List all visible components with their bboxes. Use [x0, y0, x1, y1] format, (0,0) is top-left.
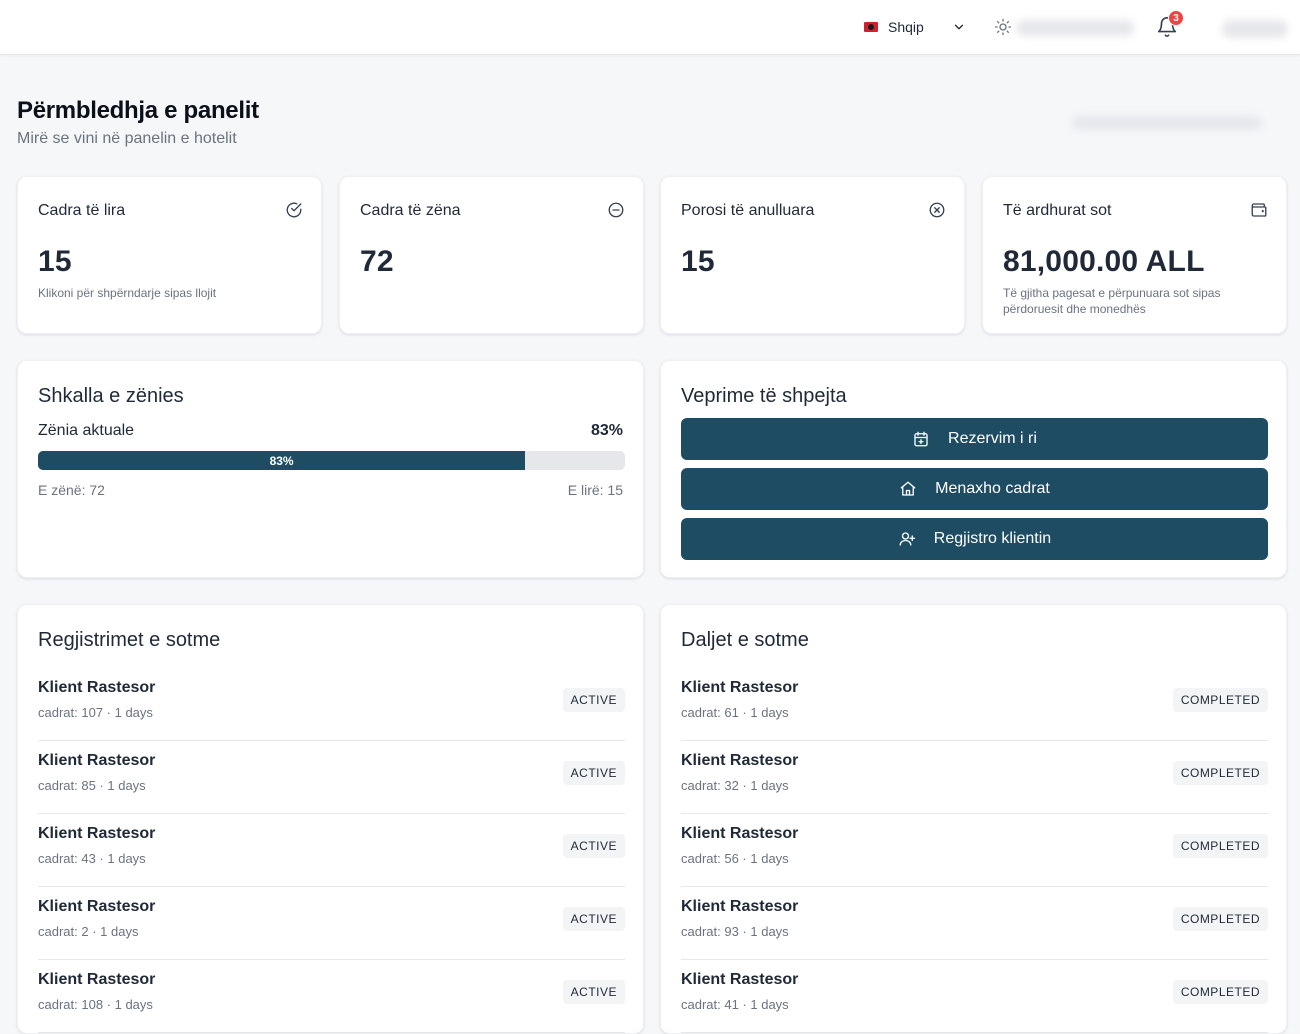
list-item[interactable]: Klient Rastesor cadrat: 61 · 1 days COMP… — [681, 668, 1268, 741]
occupancy-percent: 83% — [590, 422, 623, 439]
client-name: Klient Rastesor — [681, 898, 799, 915]
list-item[interactable]: Klient Rastesor cadrat: 93 · 1 days COMP… — [681, 887, 1268, 960]
button-label: Rezervim i ri — [948, 430, 1037, 447]
stat-value: 81,000.00 ALL — [1003, 245, 1205, 278]
checkins-list: Klient Rastesor cadrat: 107 · 1 days ACT… — [38, 668, 625, 1033]
stat-card-occupied-rooms: Cadra të zëna 72 — [339, 176, 644, 334]
check-circle-icon — [286, 202, 302, 218]
button-label: Regjistro klientin — [933, 530, 1052, 547]
notification-badge: 3 — [1168, 10, 1184, 26]
client-name: Klient Rastesor — [681, 825, 799, 842]
stat-card-free-rooms[interactable]: Cadra të lira 15 Klikoni për shpërndarje… — [17, 176, 322, 334]
status-badge: ACTIVE — [562, 834, 625, 858]
occupancy-progress-fill: 83% — [38, 451, 526, 470]
client-name: Klient Rastesor — [38, 971, 156, 988]
client-name: Klient Rastesor — [38, 825, 156, 842]
client-meta: cadrat: 85 · 1 days — [38, 778, 146, 793]
client-name: Klient Rastesor — [38, 679, 156, 696]
avatar[interactable] — [1222, 20, 1288, 38]
occupancy-card: Shkalla e zënies Zënia aktuale 83% 83% E… — [17, 360, 644, 578]
list-item[interactable]: Klient Rastesor cadrat: 85 · 1 days ACTI… — [38, 741, 625, 814]
client-meta: cadrat: 43 · 1 days — [38, 851, 146, 866]
client-meta: cadrat: 93 · 1 days — [681, 924, 789, 939]
stat-card-revenue-today: Të ardhurat sot 81,000.00 ALL Të gjitha … — [982, 176, 1287, 334]
status-badge: COMPLETED — [1172, 834, 1268, 858]
status-badge: COMPLETED — [1172, 907, 1268, 931]
list-item[interactable]: Klient Rastesor cadrat: 107 · 1 days ACT… — [38, 668, 625, 741]
section-title: Veprime të shpejta — [681, 385, 847, 407]
occupancy-progress-bar: 83% — [38, 451, 625, 470]
manage-rooms-button[interactable]: Menaxho cadrat — [681, 468, 1268, 510]
todays-checkins-card: Regjistrimet e sotme Klient Rastesor cad… — [17, 604, 644, 1034]
status-badge: ACTIVE — [562, 980, 625, 1004]
register-client-button[interactable]: Regjistro klientin — [681, 518, 1268, 560]
stat-title: Porosi të anulluara — [681, 202, 815, 219]
client-name: Klient Rastesor — [681, 752, 799, 769]
status-badge: COMPLETED — [1172, 761, 1268, 785]
client-meta: cadrat: 41 · 1 days — [681, 997, 789, 1012]
occupied-count: E zënë: 72 — [38, 482, 105, 498]
stat-value: 15 — [38, 245, 72, 278]
home-icon — [900, 481, 916, 496]
client-name: Klient Rastesor — [38, 898, 156, 915]
list-item[interactable]: Klient Rastesor cadrat: 32 · 1 days COMP… — [681, 741, 1268, 814]
page-subtitle: Mirë se vini në panelin e hotelit — [17, 130, 237, 147]
stat-value: 15 — [681, 245, 715, 278]
occupancy-label: Zënia aktuale — [38, 422, 135, 439]
client-meta: cadrat: 56 · 1 days — [681, 851, 789, 866]
list-item[interactable]: Klient Rastesor cadrat: 108 · 1 days ACT… — [38, 960, 625, 1033]
wallet-icon — [1251, 203, 1267, 217]
client-meta: cadrat: 32 · 1 days — [681, 778, 789, 793]
status-badge: ACTIVE — [562, 761, 625, 785]
quick-actions-card: Veprime të shpejta Rezervim i ri Menaxho… — [660, 360, 1287, 578]
x-circle-icon — [929, 202, 945, 218]
client-meta: cadrat: 108 · 1 days — [38, 997, 153, 1012]
list-item[interactable]: Klient Rastesor cadrat: 41 · 1 days COMP… — [681, 960, 1268, 1033]
client-meta: cadrat: 107 · 1 days — [38, 705, 153, 720]
header-info-blurred — [1072, 116, 1262, 130]
language-selector[interactable]: Shqip — [864, 15, 924, 39]
status-badge: ACTIVE — [562, 688, 625, 712]
client-meta: cadrat: 61 · 1 days — [681, 705, 789, 720]
language-label: Shqip — [888, 19, 924, 35]
status-badge: COMPLETED — [1172, 688, 1268, 712]
albania-flag-icon — [864, 22, 878, 32]
top-bar: Shqip 3 — [0, 0, 1300, 55]
list-item[interactable]: Klient Rastesor cadrat: 2 · 1 days ACTIV… — [38, 887, 625, 960]
client-name: Klient Rastesor — [681, 679, 799, 696]
status-badge: ACTIVE — [562, 907, 625, 931]
list-item[interactable]: Klient Rastesor cadrat: 43 · 1 days ACTI… — [38, 814, 625, 887]
section-title: Shkalla e zënies — [38, 385, 184, 407]
status-badge: COMPLETED — [1172, 980, 1268, 1004]
calendar-plus-icon — [914, 431, 928, 447]
new-booking-button[interactable]: Rezervim i ri — [681, 418, 1268, 460]
section-title: Regjistrimet e sotme — [38, 629, 221, 651]
stat-value: 72 — [360, 245, 394, 278]
stat-title: Cadra të zëna — [360, 202, 461, 219]
client-name: Klient Rastesor — [38, 752, 156, 769]
checkouts-list: Klient Rastesor cadrat: 61 · 1 days COMP… — [681, 668, 1268, 1033]
stat-description: Klikoni për shpërndarje sipas llojit — [38, 286, 217, 300]
section-title: Daljet e sotme — [681, 629, 809, 651]
stat-title: Cadra të lira — [38, 202, 126, 219]
todays-checkouts-card: Daljet e sotme Klient Rastesor cadrat: 6… — [660, 604, 1287, 1034]
sun-icon[interactable] — [994, 18, 1012, 36]
stat-description: Të gjitha pagesat e përpunuara sot sipas… — [1003, 286, 1221, 316]
client-meta: cadrat: 2 · 1 days — [38, 924, 139, 939]
free-count: E lirë: 15 — [567, 482, 623, 498]
user-plus-icon — [899, 532, 915, 546]
button-label: Menaxho cadrat — [935, 480, 1050, 497]
chevron-down-icon[interactable] — [952, 20, 966, 34]
list-item[interactable]: Klient Rastesor cadrat: 56 · 1 days COMP… — [681, 814, 1268, 887]
stat-card-cancelled-orders: Porosi të anulluara 15 — [660, 176, 965, 334]
page-title: Përmbledhja e panelit — [17, 97, 259, 124]
stat-title: Të ardhurat sot — [1003, 202, 1112, 219]
minus-circle-icon — [608, 202, 624, 218]
client-name: Klient Rastesor — [681, 971, 799, 988]
user-info-blurred — [1016, 20, 1134, 36]
